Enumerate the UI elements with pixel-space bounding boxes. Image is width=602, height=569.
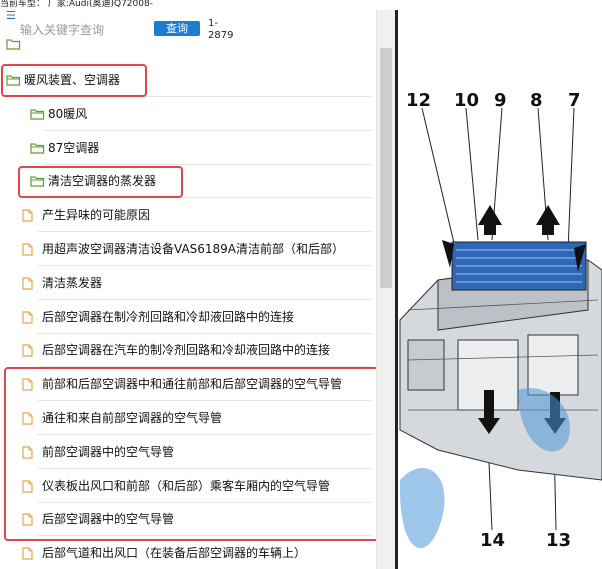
vehicle-info-bar: 当前车型： 厂家:Audi(奥迪)Q72008-	[0, 0, 153, 9]
search-input[interactable]	[20, 22, 148, 38]
scrollbar-thumb[interactable]	[380, 48, 392, 288]
highlight-box-evaporator	[18, 166, 183, 198]
folder-icon[interactable]	[6, 38, 21, 50]
page-count: 1- 2879	[208, 18, 234, 41]
callout-label: 12	[406, 90, 432, 111]
tree-item-label: 用超声波空调器清洁设备VAS6189A清洁前部（和后部）	[42, 242, 345, 256]
tree-doc-item[interactable]: 清洁蒸发器	[0, 267, 376, 300]
navigation-panel: ☰ 查询 1- 2879 暖风装置、空调器80暖风87空调器清洁空调器的蒸发器产…	[0, 10, 376, 569]
document-icon	[22, 209, 33, 222]
callout-label: 8	[530, 90, 543, 111]
tree-item-label: 87空调器	[48, 140, 100, 155]
document-icon	[22, 344, 33, 357]
tree-item-label: 后部空调器在制冷剂回路和冷却液回路中的连接	[42, 309, 295, 324]
ac-unit-body	[399, 241, 602, 481]
document-icon	[22, 277, 33, 290]
callout-label: 14	[480, 530, 506, 551]
callout-label: 7	[568, 90, 581, 111]
document-icon	[22, 310, 33, 324]
tree-doc-item[interactable]: 后部气道和出风口（在装备后部空调器的车辆上）	[0, 537, 376, 569]
diagram-view: 12 10 9 8 7 14 13	[398, 10, 602, 569]
tree-doc-item[interactable]: 后部空调器在制冷剂回路和冷却液回路中的连接	[0, 301, 376, 334]
highlight-box-air-ducts	[4, 367, 376, 541]
callout-label: 9	[494, 90, 507, 111]
tree-item-label: 后部气道和出风口（在装备后部空调器的车辆上）	[42, 546, 307, 561]
tree-folder-item[interactable]: 87空调器	[0, 132, 376, 165]
tree-doc-item[interactable]: 用超声波空调器清洁设备VAS6189A清洁前部（和后部）	[0, 233, 376, 266]
callout-label: 13	[546, 530, 572, 551]
document-icon	[22, 243, 33, 256]
tree-item-label: 产生异味的可能原因	[42, 208, 151, 223]
highlight-box-category	[1, 64, 147, 97]
tree-item-label: 80暖风	[48, 106, 88, 121]
folder-icon	[30, 142, 45, 154]
tree-item-label: 清洁蒸发器	[42, 275, 103, 290]
callout-label: 10	[454, 90, 480, 111]
document-icon	[22, 547, 33, 560]
tree-folder-item[interactable]: 80暖风	[0, 98, 376, 131]
folder-icon	[30, 108, 45, 120]
search-button[interactable]: 查询	[154, 21, 200, 36]
scrollbar[interactable]	[376, 10, 395, 569]
tree-doc-item[interactable]: 产生异味的可能原因	[0, 199, 376, 233]
tree-doc-item[interactable]: 后部空调器在汽车的制冷剂回路和冷却液回路中的连接	[0, 334, 376, 368]
tree-item-label: 后部空调器在汽车的制冷剂回路和冷却液回路中的连接	[42, 343, 331, 358]
menu-icon[interactable]: ☰	[6, 10, 16, 22]
search-bar: ☰ 查询 1- 2879	[0, 10, 376, 50]
